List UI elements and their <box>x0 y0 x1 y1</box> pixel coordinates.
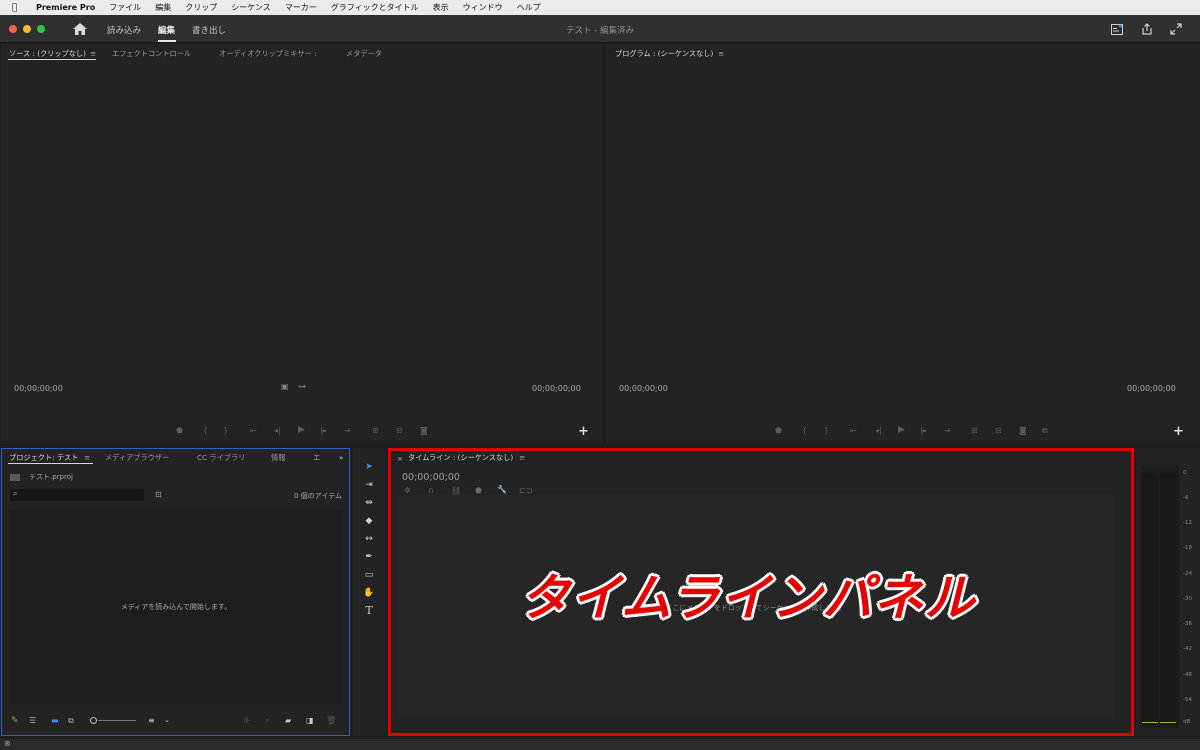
db-label: -36 <box>1183 621 1192 627</box>
play-icon[interactable]: ▶ <box>898 425 905 435</box>
mark-out-icon[interactable]: } <box>223 426 228 435</box>
pen-tool-icon[interactable]: ✒ <box>362 550 376 564</box>
overwrite-icon[interactable]: ⊟ <box>396 426 403 435</box>
menu-graphics[interactable]: グラフィックとタイトル <box>331 2 419 13</box>
app-title-bar: 読み込み 編集 書き出し テスト - 編集済み <box>0 15 1200 43</box>
program-timecode-duration: 00;00;00;00 <box>1127 384 1176 393</box>
meter-level-left <box>1142 722 1158 723</box>
menu-clip[interactable]: クリップ <box>185 2 217 13</box>
source-add-button-icon[interactable]: + <box>578 424 589 439</box>
slip-tool-icon[interactable]: ↔ <box>362 532 376 546</box>
track-select-tool-icon[interactable]: ⇥ <box>362 478 376 492</box>
hand-tool-icon[interactable]: ✋ <box>362 586 376 600</box>
menu-help[interactable]: ヘルプ <box>517 2 541 13</box>
db-label: dB <box>1183 719 1191 725</box>
menu-window[interactable]: ウィンドウ <box>463 2 503 13</box>
source-timecode-duration: 00;00;00;00 <box>532 384 581 393</box>
type-tool-icon[interactable]: T <box>362 604 376 618</box>
status-indicator-icon[interactable]: ⊛ <box>4 739 11 748</box>
mark-in-icon[interactable]: { <box>203 426 208 435</box>
tab-metadata[interactable]: メタデータ <box>346 49 382 59</box>
audio-waveform-icon[interactable]: ⊶ <box>298 382 306 391</box>
source-panel-menu-icon[interactable]: ≡ <box>90 49 96 58</box>
program-monitor-panel: プログラム : (シーケンスなし) ≡ 00;00;00;00 00;00;00… <box>606 44 1200 444</box>
export-frame-icon[interactable]: ◙ <box>420 426 428 435</box>
meter-level-right <box>1160 722 1176 723</box>
source-timecode-current[interactable]: 00;00;00;00 <box>14 384 63 393</box>
db-label: -30 <box>1183 596 1192 602</box>
audio-meter-right <box>1160 473 1176 725</box>
db-label: -42 <box>1183 646 1192 652</box>
document-title: テスト - 編集済み <box>566 26 634 36</box>
selection-tool-icon[interactable]: ➤ <box>362 460 376 474</box>
export-frame-icon[interactable]: ◙ <box>1019 426 1027 435</box>
db-label: -18 <box>1183 545 1192 551</box>
db-label: -24 <box>1183 571 1192 577</box>
menu-app-name[interactable]: Premiere Pro <box>36 3 95 12</box>
program-add-button-icon[interactable]: + <box>1173 424 1184 439</box>
annotation-label: タイムラインパネル <box>520 569 976 627</box>
source-monitor-panel: ソース : (クリップなし) ≡ エフェクトコントロール オーディオクリップミキ… <box>1 44 603 444</box>
mark-in-icon[interactable]: { <box>802 426 807 435</box>
rectangle-tool-icon[interactable]: ▭ <box>362 568 376 582</box>
insert-icon[interactable]: ⊞ <box>372 426 379 435</box>
go-to-out-icon[interactable]: ⇥ <box>944 426 951 435</box>
project-panel-focus-border <box>1 448 350 736</box>
tab-audio-clip-mixer[interactable]: オーディオクリップミキサー : <box>219 49 317 59</box>
fullscreen-icon[interactable] <box>1170 23 1182 35</box>
step-forward-icon[interactable]: |▸ <box>920 426 927 435</box>
active-tab-underline <box>8 59 96 60</box>
share-icon[interactable] <box>1141 23 1153 35</box>
comparison-view-icon[interactable]: ⧉ <box>1042 426 1048 436</box>
go-to-out-icon[interactable]: ⇥ <box>344 426 351 435</box>
razor-tool-icon[interactable]: ◆ <box>362 514 376 528</box>
tab-source[interactable]: ソース : (クリップなし) <box>9 49 86 59</box>
active-tab-underline <box>158 40 176 42</box>
lift-icon[interactable]: ⊞ <box>971 426 978 435</box>
tab-program[interactable]: プログラム : (シーケンスなし) <box>615 49 713 59</box>
db-label: -54 <box>1183 697 1192 703</box>
play-icon[interactable]: ▶ <box>298 425 305 435</box>
mark-out-icon[interactable]: } <box>824 426 829 435</box>
extract-icon[interactable]: ⊟ <box>995 426 1002 435</box>
add-marker-icon[interactable]: ⬟ <box>775 426 782 435</box>
program-panel-menu-icon[interactable]: ≡ <box>718 49 724 58</box>
db-label: -6 <box>1183 495 1189 501</box>
db-label: 0 <box>1183 470 1187 476</box>
menu-sequence[interactable]: シーケンス <box>231 2 271 13</box>
source-panel-tabs: ソース : (クリップなし) ≡ エフェクトコントロール オーディオクリップミキ… <box>1 44 603 61</box>
status-bar: ⊛ <box>0 738 1200 750</box>
go-to-in-icon[interactable]: ⇤ <box>850 426 857 435</box>
mac-menu-bar:  Premiere Pro ファイル 編集 クリップ シーケンス マーカー グ… <box>0 0 1200 15</box>
menu-view[interactable]: 表示 <box>433 2 449 13</box>
db-label: -48 <box>1183 672 1192 678</box>
step-back-icon[interactable]: ◂| <box>274 426 281 435</box>
drop-frame-icon[interactable]: ▣ <box>281 382 289 391</box>
program-panel-tabs: プログラム : (シーケンスなし) ≡ <box>606 44 1200 61</box>
step-forward-icon[interactable]: |▸ <box>320 426 327 435</box>
tab-effect-controls[interactable]: エフェクトコントロール <box>112 49 191 59</box>
program-timecode-current[interactable]: 00;00;00;00 <box>619 384 668 393</box>
ripple-edit-tool-icon[interactable]: ⇹ <box>362 496 376 510</box>
menu-marker[interactable]: マーカー <box>285 2 317 13</box>
workspaces-icon[interactable] <box>1111 24 1123 35</box>
menu-file[interactable]: ファイル <box>109 2 141 13</box>
step-back-icon[interactable]: ◂| <box>875 426 882 435</box>
audio-meter-left <box>1142 473 1158 725</box>
add-marker-icon[interactable]: ⬟ <box>176 426 183 435</box>
db-label: -12 <box>1183 520 1192 526</box>
menu-edit[interactable]: 編集 <box>155 2 171 13</box>
apple-menu-icon[interactable]:  <box>12 3 26 13</box>
go-to-in-icon[interactable]: ⇤ <box>250 426 257 435</box>
